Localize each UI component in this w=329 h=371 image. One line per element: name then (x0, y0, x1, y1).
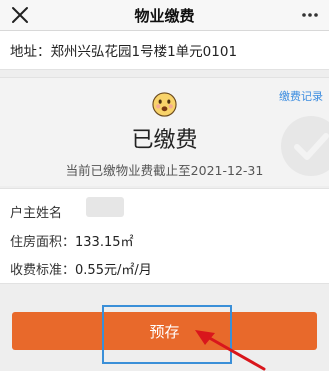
area-row: 住房面积：133.15㎡ (10, 231, 134, 250)
payment-status-card: 缴费记录 已缴费 当前已缴物业费截止至2021-12-31 (0, 77, 329, 186)
smiley-icon (152, 92, 177, 117)
address-text: 地址：郑州兴弘花园1号楼1单元0101 (10, 44, 238, 60)
more-icon[interactable] (301, 7, 319, 23)
check-watermark-icon (281, 116, 329, 176)
fee-value: 0.55元/㎡/月 (75, 263, 152, 278)
prestore-label: 预存 (149, 323, 180, 341)
fee-label: 收费标准： (10, 263, 76, 278)
owner-name-redacted (86, 197, 124, 217)
property-info: 户主姓名 住房面积：133.15㎡ 收费标准：0.55元/㎡/月 (0, 188, 329, 284)
prestore-button[interactable]: 预存 (12, 312, 317, 350)
area-value: 133.15㎡ (75, 235, 134, 250)
owner-label: 户主姓名 (10, 206, 63, 221)
area-label: 住房面积： (10, 235, 76, 250)
payment-records-link[interactable]: 缴费记录 (279, 88, 323, 104)
page-title: 物业缴费 (134, 7, 195, 25)
fee-row: 收费标准：0.55元/㎡/月 (10, 259, 152, 278)
address-bar: 地址：郑州兴弘花园1号楼1单元0101 (0, 31, 329, 70)
owner-row: 户主姓名 (10, 202, 62, 221)
nav-bar: 物业缴费 (0, 0, 329, 31)
